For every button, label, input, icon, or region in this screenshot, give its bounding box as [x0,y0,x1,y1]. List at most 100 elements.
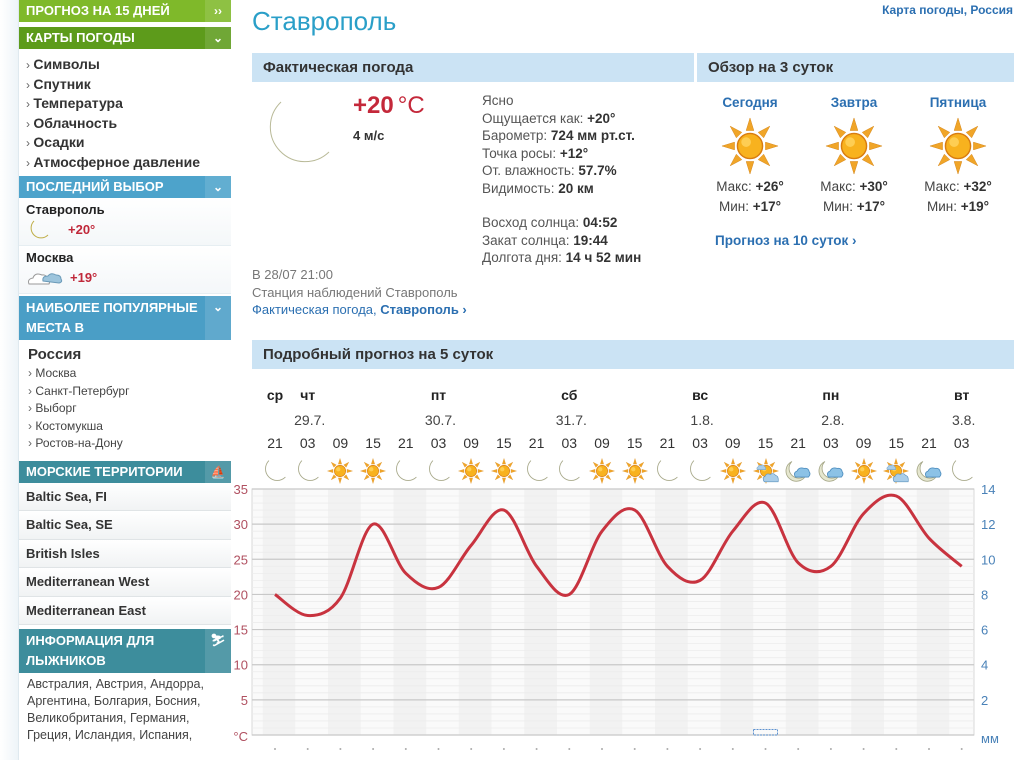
dew-point: Точка росы: +12° [482,145,589,161]
forecast-hour: 21 [398,435,414,451]
overview-day[interactable]: Сегодня Макс: +26° Мин: +17° [698,95,802,217]
y-tick-left: 5 [241,693,248,708]
forecast-date: 30.7. [424,412,457,428]
sea-item[interactable]: Baltic Sea, FI [19,482,231,511]
sidebar-item-pressure[interactable]: Атмосферное давление [26,153,231,173]
sea-item[interactable]: British Isles [19,539,231,568]
double-chevron-right-icon: ›› [205,0,231,22]
temp-unit: °C [397,92,425,119]
forecast-date: 3.8. [952,412,976,428]
hour-row: 21 03 09 15 21 03 09 15 21 03 09 15 21 03 09 15 21 03 09 15… [252,435,992,455]
forecast5-header: Подробный прогноз на 5 суток [252,340,1014,369]
forecast-hour: 21 [790,435,806,451]
day-of-week: пн [822,387,840,403]
overview-max: Макс: +32° [924,179,992,194]
y-tick-right: 12 [981,517,995,532]
y-tick-right: 8 [981,587,988,602]
sun-icon-wrap [906,115,1010,177]
x-tick-dot [666,748,669,750]
chart-band [655,489,688,735]
x-tick-dot [633,748,636,750]
popular-item[interactable]: Ростов-на-Дону [28,435,231,453]
forecast-hour: 09 [463,435,479,451]
y-tick-left: 25 [234,552,248,567]
overview-max: Макс: +30° [820,179,888,194]
double-chevron-down-icon: ⌄ [205,27,231,49]
forecast-hour: 09 [594,435,610,451]
forecast-hour: 15 [888,435,905,451]
sidebar-item-precipitation[interactable]: Осадки [26,133,231,153]
x-tick-dot [568,748,571,750]
forecast-date: 31.7. [555,412,587,428]
ski-countries[interactable]: Австралия, Австрия, Андорра, Аргентина, … [19,673,231,744]
popular-item[interactable]: Костомукша [28,418,231,436]
popular-item[interactable]: Москва [28,365,231,383]
day-length: Долгота дня: 14 ч 52 мин [482,250,642,265]
sea-item[interactable]: Baltic Sea, SE [19,511,231,540]
weather-map-link[interactable]: Карта погоды, Россия [882,3,1013,17]
recent-temp: +19° [70,269,98,285]
current-details: Ясно Ощущается как: +20° Барометр: 724 м… [482,92,641,267]
sidebar-item-satellite[interactable]: Спутник [26,75,231,95]
sidebar-sea-header[interactable]: МОРСКИЕ ТЕРРИТОРИИ ⛵ [19,460,231,483]
sun-icon [825,117,883,175]
x-tick-dot [960,748,963,750]
chart-band [458,489,492,735]
current-weather-link[interactable]: Фактическая погода, Ставрополь › [252,301,467,319]
y-tick-left: 30 [234,517,248,532]
cloudy-icon [28,273,63,285]
chart-band [328,489,361,735]
sidebar-weather-maps-header[interactable]: КАРТЫ ПОГОДЫ ⌄ [19,27,231,49]
sidebar-item-symbols[interactable]: Символы [26,55,231,75]
forecast-date: 29.7. [294,412,326,428]
recent-item[interactable]: Москва +19° [19,246,231,294]
sun-icon-wrap [698,115,802,177]
forecast-hour: 03 [430,435,447,451]
current-temperature: +20 °C [353,92,425,120]
chart-band [785,489,819,735]
weather-maps-list: Символы Спутник Температура Облачность О… [19,49,231,176]
current-wind: 4 м/с [353,128,385,143]
skier-icon: ⛷ [205,629,231,673]
x-tick-dot [928,748,930,750]
double-chevron-down-icon: ⌄ [205,296,231,340]
y-axis-unit-left: °C [233,729,248,744]
y-tick-left: 35 [234,482,248,497]
sidebar-popular-header[interactable]: НАИБОЛЕЕ ПОПУЛЯРНЫЕ МЕСТА В ⌄ [19,296,231,340]
x-tick-dot [502,748,505,750]
recent-temp: +20° [68,221,96,237]
sidebar-ski-header[interactable]: ИНФОРМАЦИЯ ДЛЯ ЛЫЖНИКОВ ⛷ [19,629,231,673]
popular-item[interactable]: Санкт-Петербург [28,383,231,401]
observed-time: В 28/07 21:00 [252,267,333,282]
sidebar-forecast15-header[interactable]: ПРОГНОЗ НА 15 ДНЕЙ ›› [19,0,231,22]
date-row: 29.7. 30.7. 31.7. 1.8. 2.8. 3.8. [252,412,992,432]
forecast-hour: 03 [953,435,970,451]
forecast-hour: 15 [626,435,643,451]
popular-item[interactable]: Выборг [28,400,231,418]
forecast-hour: 21 [921,435,937,451]
sun-icon [721,117,779,175]
double-chevron-down-icon: ⌄ [205,176,231,198]
weather-maps-label: КАРТЫ ПОГОДЫ [26,30,135,45]
sidebar-item-clouds[interactable]: Облачность [26,114,231,134]
recent-item[interactable]: Ставрополь +20° [19,198,231,246]
temperature-chart: 35 30 25 20 15 10 5 °C 14 12 10 8 6 4 2 мм [233,482,999,750]
overview-day[interactable]: Завтра Макс: +30° Мин: +17° [802,95,906,217]
x-tick-dot [437,748,440,750]
temp-value: +20 [353,92,394,119]
sea-item[interactable]: Mediterranean West [19,568,231,597]
sea-item[interactable]: Mediterranean East [19,596,231,625]
sidebar-item-temperature[interactable]: Температура [26,94,231,114]
sidebar: ПРОГНОЗ НА 15 ДНЕЙ ›› КАРТЫ ПОГОДЫ ⌄ Сим… [18,0,231,760]
page-title: Ставрополь [252,6,397,36]
station-name: Станция наблюдений Ставрополь [252,284,458,300]
forecast-date: 2.8. [821,412,845,428]
overview-day[interactable]: Пятница Макс: +32° Мин: +19° [906,95,1010,217]
overview-min: Мин: +19° [926,199,990,214]
barometer: Барометр: 724 мм рт.ст. [482,128,635,143]
forecast-10-days-link[interactable]: Прогноз на 10 суток › [715,233,857,248]
y-tick-left: 10 [234,658,248,673]
visibility: Видимость: 20 км [482,180,594,196]
sidebar-recent-header[interactable]: ПОСЛЕДНИЙ ВЫБОР ⌄ [19,176,231,198]
day-of-week: сб [561,387,578,403]
